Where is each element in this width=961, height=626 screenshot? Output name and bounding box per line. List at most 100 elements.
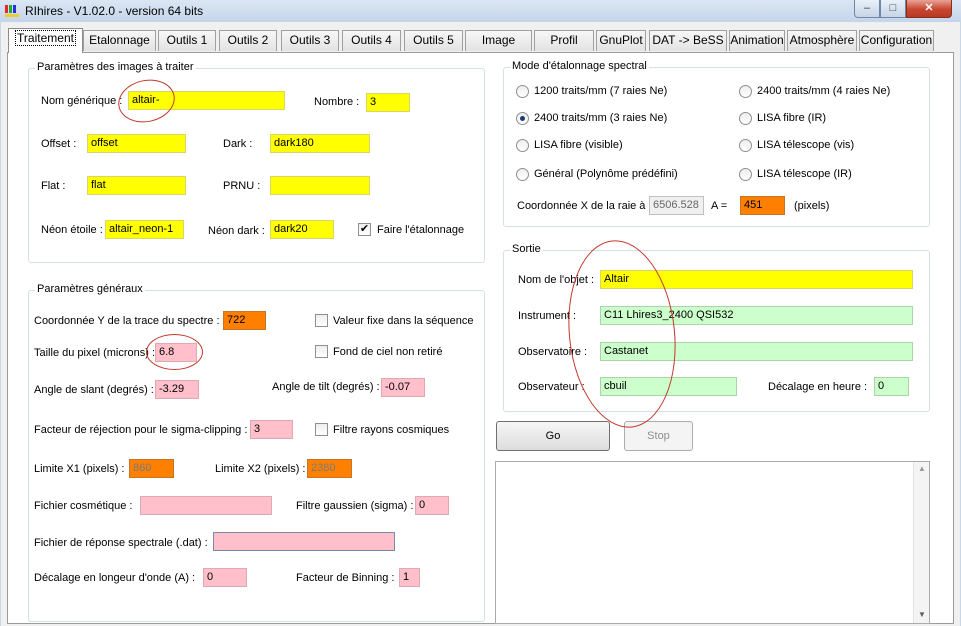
tab-gnuplot[interactable]: GnuPlot	[596, 30, 646, 51]
decalage-heure-input[interactable]: 0	[874, 377, 909, 396]
gaussien-input[interactable]: 0	[415, 496, 449, 515]
binning-label: Facteur de Binning :	[296, 572, 395, 584]
faire-etalonnage-checkbox[interactable]: ✔	[358, 223, 371, 236]
tab-traitement[interactable]: Traitement	[8, 28, 83, 53]
output-scrollbar[interactable]: ▲ ▼	[913, 462, 929, 623]
group-mode-title: Mode d'étalonnage spectral	[510, 60, 649, 72]
scroll-up-arrow-icon[interactable]: ▲	[918, 464, 926, 473]
close-button[interactable]: ✕	[906, 0, 952, 18]
binning-input[interactable]: 1	[399, 568, 420, 587]
radio-2400-3-label: 2400 traits/mm (3 raies Ne)	[534, 112, 668, 124]
flat-label: Flat :	[41, 180, 66, 192]
tab-outils2[interactable]: Outils 2	[219, 30, 277, 51]
tilt-input[interactable]: -0.07	[381, 378, 425, 397]
radio-2400-4[interactable]	[739, 85, 752, 98]
nom-objet-label: Nom de l'objet :	[518, 274, 595, 286]
pixels-unit-label: (pixels)	[794, 200, 830, 212]
tab-dat-bess[interactable]: DAT -> BeSS	[649, 30, 727, 51]
output-textarea[interactable]	[495, 461, 930, 624]
fond-ciel-label: Fond de ciel non retiré	[333, 346, 443, 358]
fond-ciel-checkbox[interactable]	[315, 345, 328, 358]
prnu-input[interactable]	[270, 176, 370, 195]
dark-input[interactable]: dark180	[270, 134, 370, 153]
decalage-heure-label: Décalage en heure :	[768, 381, 868, 393]
valeur-fixe-checkbox[interactable]	[315, 314, 328, 327]
limite-x1-label: Limite X1 (pixels) :	[34, 463, 125, 475]
tab-outils4[interactable]: Outils 4	[342, 30, 401, 51]
decalage-label: Décalage en longeur d'onde (A) :	[34, 572, 196, 584]
neon-etoile-label: Néon étoile :	[41, 224, 103, 236]
offset-input[interactable]: offset	[87, 134, 186, 153]
radio-2400-3[interactable]	[516, 112, 529, 125]
nombre-input[interactable]: 3	[366, 93, 410, 112]
limite-x2-label: Limite X2 (pixels) :	[215, 463, 306, 475]
nom-generique-label: Nom générique :	[41, 95, 123, 107]
limite-x1-input[interactable]: 860	[129, 459, 174, 478]
radio-lisa-fibre-vis[interactable]	[516, 139, 529, 152]
radio-2400-4-label: 2400 traits/mm (4 raies Ne)	[757, 85, 891, 97]
group-images-title: Paramètres des images à traiter	[35, 61, 196, 73]
tab-etalonnage[interactable]: Etalonnage	[83, 30, 156, 51]
coord-y-input[interactable]: 722	[223, 311, 266, 330]
radio-lisa-fibre-ir-label: LISA fibre (IR)	[757, 112, 827, 124]
tab-image[interactable]: Image	[465, 30, 532, 51]
nom-objet-input[interactable]: Altair	[600, 270, 913, 289]
observateur-label: Observateur :	[518, 381, 585, 393]
filtre-cosmique-label: Filtre rayons cosmiques	[333, 424, 450, 436]
tab-outils3[interactable]: Outils 3	[281, 30, 339, 51]
radio-1200-7-label: 1200 traits/mm (7 raies Ne)	[534, 85, 668, 97]
radio-1200-7[interactable]	[516, 85, 529, 98]
reponse-label: Fichier de réponse spectrale (.dat) :	[34, 537, 208, 549]
a-equals-label: A =	[711, 200, 728, 212]
radio-general-label: Général (Polynôme prédéfini)	[534, 168, 678, 180]
radio-general[interactable]	[516, 168, 529, 181]
decalage-input[interactable]: 0	[203, 568, 247, 587]
pixel-size-label: Taille du pixel (microns) :	[34, 347, 156, 359]
main-window: Traitement Etalonnage Outils 1 Outils 2 …	[1, 22, 960, 626]
observateur-input[interactable]: cbuil	[600, 377, 737, 396]
rejection-label: Facteur de réjection pour le sigma-clipp…	[34, 424, 248, 436]
radio-lisa-fibre-ir[interactable]	[739, 112, 752, 125]
valeur-fixe-label: Valeur fixe dans la séquence	[333, 315, 474, 327]
maximize-button[interactable]: □	[880, 0, 906, 18]
tab-profil[interactable]: Profil	[534, 30, 594, 51]
flat-input[interactable]: flat	[87, 176, 186, 195]
app-icon	[5, 5, 19, 17]
tab-outils5[interactable]: Outils 5	[404, 30, 463, 51]
dark-label: Dark :	[223, 138, 253, 150]
cosmetique-label: Fichier cosmétique :	[34, 500, 133, 512]
coord-x-wavelength-input[interactable]: 6506.528	[649, 196, 704, 215]
tab-animation[interactable]: Animation	[729, 30, 785, 51]
rejection-input[interactable]: 3	[250, 420, 293, 439]
neon-etoile-input[interactable]: altair_neon-1	[105, 220, 184, 239]
window-title: RIhires - V1.02.0 - version 64 bits	[25, 4, 204, 18]
observatoire-input[interactable]: Castanet	[600, 342, 913, 361]
stop-button[interactable]: Stop	[624, 421, 693, 451]
slant-input[interactable]: -3.29	[155, 380, 199, 399]
tab-configuration[interactable]: Configuration	[859, 30, 934, 51]
neon-dark-input[interactable]: dark20	[270, 220, 334, 239]
nombre-label: Nombre :	[314, 96, 360, 108]
radio-lisa-fibre-vis-label: LISA fibre (visible)	[534, 139, 623, 151]
coord-x-pixel-input[interactable]: 451	[740, 196, 785, 215]
offset-label: Offset :	[41, 138, 77, 150]
group-sortie-title: Sortie	[510, 243, 543, 255]
instrument-input[interactable]: C11 Lhires3_2400 QSI532	[600, 306, 913, 325]
pixel-size-input[interactable]: 6.8	[155, 343, 197, 362]
coord-x-label: Coordonnée X de la raie à	[517, 200, 646, 212]
gaussien-label: Filtre gaussien (sigma) :	[296, 500, 414, 512]
radio-lisa-telescope-vis[interactable]	[739, 139, 752, 152]
radio-lisa-telescope-ir[interactable]	[739, 168, 752, 181]
tab-atmosphere[interactable]: Atmosphère	[787, 30, 857, 51]
coord-y-label: Coordonnée Y de la trace du spectre :	[34, 315, 220, 327]
scroll-down-arrow-icon[interactable]: ▼	[918, 610, 926, 619]
instrument-label: Instrument :	[518, 310, 577, 322]
go-button[interactable]: Go	[496, 421, 610, 451]
tab-outils1[interactable]: Outils 1	[158, 30, 216, 51]
minimize-button[interactable]: –	[854, 0, 880, 18]
limite-x2-input[interactable]: 2380	[307, 459, 352, 478]
reponse-input[interactable]	[213, 532, 395, 551]
filtre-cosmique-checkbox[interactable]	[315, 423, 328, 436]
nom-generique-input[interactable]: altair-	[128, 91, 285, 110]
cosmetique-input[interactable]	[140, 496, 272, 515]
